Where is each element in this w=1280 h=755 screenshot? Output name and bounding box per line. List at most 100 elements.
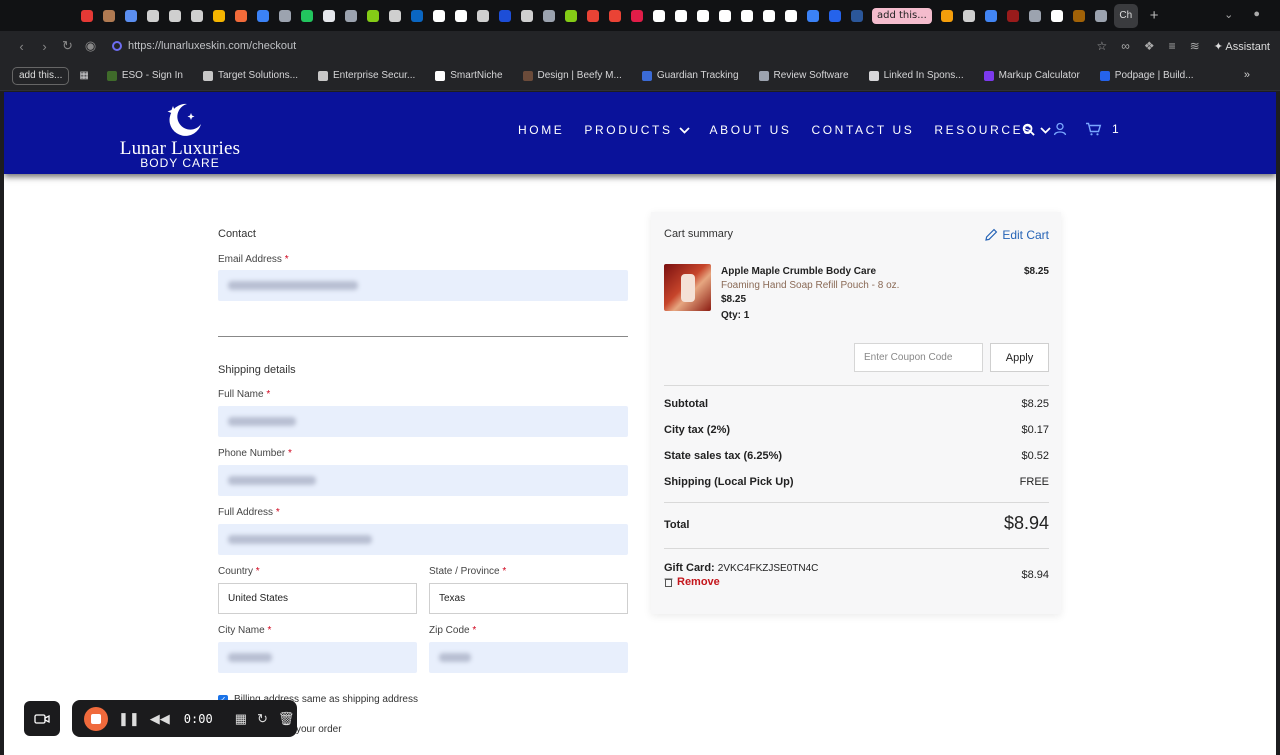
grid-icon[interactable]: ▦	[235, 711, 247, 727]
browser-tab[interactable]	[846, 0, 868, 31]
share-link-icon[interactable]: ∞	[1121, 39, 1130, 53]
browser-tab[interactable]	[516, 0, 538, 31]
browser-tab[interactable]	[362, 0, 384, 31]
browser-tab[interactable]	[714, 0, 736, 31]
reload-icon[interactable]: ↻	[56, 38, 79, 54]
profile-icon[interactable]: ●	[1253, 8, 1260, 21]
browser-tab[interactable]	[538, 0, 560, 31]
browser-tab[interactable]	[648, 0, 670, 31]
browser-tab[interactable]	[736, 0, 758, 31]
bookmark-item[interactable]: Linked In Spons...	[868, 70, 964, 81]
browser-tab[interactable]	[384, 0, 406, 31]
remove-gift-card-link[interactable]: Remove	[664, 576, 720, 588]
rewind-icon[interactable]: ◀◀	[150, 711, 170, 727]
pause-icon[interactable]: ❚❚	[118, 711, 140, 727]
new-tab-icon[interactable]: +	[1150, 7, 1159, 24]
browser-tab[interactable]	[494, 0, 516, 31]
bookmark-item[interactable]: ESO - Sign In	[106, 70, 183, 81]
browser-tab[interactable]	[296, 0, 318, 31]
browser-tab[interactable]	[428, 0, 450, 31]
menu-lines-icon[interactable]: ≡	[1169, 39, 1176, 53]
browser-tab[interactable]	[98, 0, 120, 31]
browser-tab[interactable]	[604, 0, 626, 31]
phone-field[interactable]	[218, 465, 628, 496]
url-field[interactable]: https://lunarluxeskin.com/checkout	[112, 40, 296, 52]
browser-tab[interactable]	[76, 0, 98, 31]
bookmark-item[interactable]: Markup Calculator	[983, 70, 1080, 81]
browser-tab[interactable]	[692, 0, 714, 31]
search-icon[interactable]	[1022, 123, 1035, 136]
apply-coupon-button[interactable]: Apply	[990, 343, 1049, 372]
bookmark-item[interactable]: Guardian Tracking	[641, 70, 739, 81]
browser-tab[interactable]	[780, 0, 802, 31]
browser-tab[interactable]	[406, 0, 428, 31]
bookmark-item[interactable]: SmartNiche	[435, 70, 503, 81]
browser-tab[interactable]	[274, 0, 296, 31]
full-name-field[interactable]	[218, 406, 628, 437]
browser-tab[interactable]	[252, 0, 274, 31]
nav-item-home[interactable]: HOME	[518, 123, 564, 137]
browser-tab[interactable]	[120, 0, 142, 31]
bookmark-item[interactable]: Review Software	[758, 70, 849, 81]
audio-wave-icon[interactable]: ≋	[1190, 39, 1200, 53]
browser-tab[interactable]	[340, 0, 362, 31]
cart-icon[interactable]	[1085, 122, 1102, 136]
browser-tab[interactable]	[208, 0, 230, 31]
browser-tab[interactable]	[186, 0, 208, 31]
browser-tab[interactable]	[824, 0, 846, 31]
country-select[interactable]: United States	[218, 583, 417, 614]
browser-tab[interactable]	[142, 0, 164, 31]
edit-cart-link[interactable]: Edit Cart	[984, 228, 1049, 242]
browser-tab[interactable]	[758, 0, 780, 31]
browser-tab[interactable]	[958, 0, 980, 31]
browser-tab[interactable]	[980, 0, 1002, 31]
cart-count[interactable]: 1	[1112, 122, 1119, 136]
lunar-luxuries-logo[interactable]: Lunar Luxuries BODY CARE	[110, 98, 250, 170]
bookmark-item[interactable]: Podpage | Build...	[1099, 70, 1194, 81]
email-field[interactable]	[218, 270, 628, 301]
active-tab[interactable]: Ch	[1113, 3, 1138, 28]
more-bookmarks-icon[interactable]: »	[1244, 69, 1250, 81]
apps-grid-icon[interactable]: ▦	[79, 70, 88, 81]
bookmark-item[interactable]: Design | Beefy M...	[522, 70, 622, 81]
browser-tab[interactable]	[626, 0, 648, 31]
browser-tab[interactable]	[1046, 0, 1068, 31]
address-field[interactable]	[218, 524, 628, 555]
browser-tab[interactable]	[164, 0, 186, 31]
bookmark-item[interactable]: Enterprise Secur...	[318, 70, 415, 81]
city-field[interactable]	[218, 642, 417, 673]
browser-tab[interactable]	[318, 0, 340, 31]
site-info-icon[interactable]	[112, 41, 122, 51]
browser-tab[interactable]	[1068, 0, 1090, 31]
microphone-icon[interactable]: ◉	[79, 38, 102, 54]
forward-icon[interactable]: ›	[33, 39, 56, 54]
nav-item-products[interactable]: PRODUCTS	[584, 123, 690, 137]
browser-tab[interactable]	[230, 0, 252, 31]
assistant-button[interactable]: ✦ Assistant	[1214, 40, 1270, 53]
browser-tab[interactable]	[1090, 0, 1112, 31]
zip-field[interactable]	[429, 642, 628, 673]
extensions-icon[interactable]: ❖	[1144, 39, 1155, 53]
recorder-camera-button[interactable]	[24, 701, 60, 736]
account-icon[interactable]	[1053, 122, 1067, 136]
delete-icon[interactable]: 🗑	[278, 711, 295, 727]
coupon-code-input[interactable]	[854, 343, 983, 372]
tab-list-chevron-icon[interactable]: ⌄	[1224, 8, 1233, 21]
nav-item-about-us[interactable]: ABOUT US	[710, 123, 792, 137]
browser-tab[interactable]	[472, 0, 494, 31]
url-text[interactable]: https://lunarluxeskin.com/checkout	[128, 40, 296, 52]
browser-tab[interactable]	[560, 0, 582, 31]
state-select[interactable]: Texas	[429, 583, 628, 614]
bookmark-star-icon[interactable]: ☆	[1097, 39, 1108, 53]
bookmark-chip-add-this[interactable]: add this...	[12, 66, 70, 85]
back-icon[interactable]: ‹	[10, 39, 33, 54]
nav-item-contact-us[interactable]: CONTACT US	[811, 123, 914, 137]
browser-tab[interactable]	[450, 0, 472, 31]
tab-add-this[interactable]: add this...	[872, 7, 932, 24]
stop-recording-button[interactable]	[84, 706, 108, 731]
browser-tab[interactable]	[1024, 0, 1046, 31]
bookmark-item[interactable]: Target Solutions...	[202, 70, 298, 81]
browser-tab[interactable]	[802, 0, 824, 31]
browser-tab[interactable]	[670, 0, 692, 31]
browser-tab[interactable]	[582, 0, 604, 31]
